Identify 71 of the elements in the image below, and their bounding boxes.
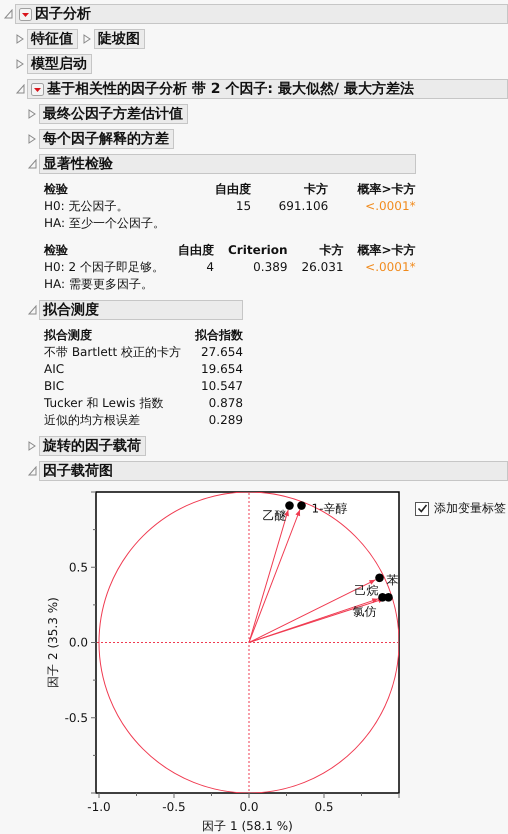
expand-icon[interactable] [28,134,37,144]
table-cell-text: HA: 需要更多因子。 [44,276,154,293]
column-header: 检验 [44,181,69,198]
tick-label: -1.0 [87,800,111,814]
table-cell-text: 4 [205,259,214,276]
collapse-icon[interactable] [4,9,13,19]
section-header[interactable]: 显著性检验 [39,154,416,174]
point-label: 苯 [386,572,398,587]
p-value: <.0001* [364,198,416,215]
p-value: 19.654 [200,361,243,378]
table-cell-text: 近似的均方根误差 [44,412,141,429]
column-header: 自由度 [214,181,252,198]
point-label: 己烷 [354,583,378,598]
p-value: 27.654 [200,344,243,361]
table-cell: 不带 Bartlett 校正的卡方 [44,344,181,361]
collapse-icon[interactable] [16,84,25,94]
tick-label: -0.5 [162,800,186,814]
section-header[interactable]: 每个因子解释的方差 [39,129,174,149]
column-header: 检验 [44,242,69,259]
point-label: 乙醚 [262,508,286,523]
expand-icon[interactable] [16,59,25,69]
section-header[interactable]: 因子载荷图 [39,461,508,481]
table-cell-text: 26.031 [300,259,344,276]
column-header: 拟合指数 [194,327,243,344]
axis-title: 因子 2 (35.3 %) [46,597,60,688]
collapse-icon[interactable] [28,466,37,476]
section-header[interactable]: 旋转的因子载荷 [39,436,146,456]
p-value: <.0001* [364,259,416,276]
column-header: 概率>卡方 [344,242,416,259]
tick-label: 0.0 [68,636,88,650]
p-value: 0.878 [208,395,243,412]
menu-icon[interactable] [31,82,44,96]
p-value: 10.547 [200,378,243,395]
section-header[interactable]: 特征值 [27,29,78,49]
table-cell-text: BIC [44,378,66,395]
tick-label: -0.5 [64,710,88,725]
column-header: Criterion [214,242,288,259]
tick-label: 0.5 [68,560,88,574]
axis-title: 因子 1 (58.1 %) [202,819,293,833]
table-cell-text: Tucker 和 Lewis 指数 [44,395,164,412]
section-header[interactable]: 最终公因子方差估计值 [39,104,188,124]
checkbox[interactable] [415,502,429,516]
table-cell-text: AIC [44,361,66,378]
table-cell-text: 691.106 [278,198,328,215]
expand-icon[interactable] [28,109,37,119]
p-value: 0.289 [208,412,243,429]
expand-icon[interactable] [28,441,37,451]
table-cell-text: 0.389 [252,259,288,276]
table-cell: H0: 2 个因子即足够。 [44,259,164,276]
checkbox-label: 添加变量标签 [434,500,506,517]
column-header: 卡方 [318,242,344,259]
section-header[interactable]: 拟合测度 [39,300,243,320]
menu-icon[interactable] [19,8,32,20]
column-header: 概率>卡方 [328,181,416,198]
expand-icon[interactable] [16,34,25,44]
section-header[interactable]: 陡坡图 [94,29,145,49]
section-header[interactable]: 因子分析 [15,4,508,24]
tick-label: 0.0 [239,800,259,814]
section-header[interactable]: 基于相关性的因子分析 带 2 个因子: 最大似然/ 最大方差法 [27,79,508,99]
collapse-icon[interactable] [28,159,37,169]
tick-label: 0.5 [314,800,334,814]
table-cell-text: H0: 无公因子。 [44,198,130,215]
column-header: 卡方 [251,181,328,198]
table-cell-text: HA: 至少一个公因子。 [44,215,166,232]
section-header[interactable]: 模型启动 [27,54,92,74]
expand-icon[interactable] [83,34,92,44]
column-header: 自由度 [177,242,214,259]
point-label: 氯仿 [352,604,376,618]
collapse-icon[interactable] [28,305,37,315]
table-cell-text: 15 [234,198,252,215]
column-header: 拟合测度 [44,327,93,344]
